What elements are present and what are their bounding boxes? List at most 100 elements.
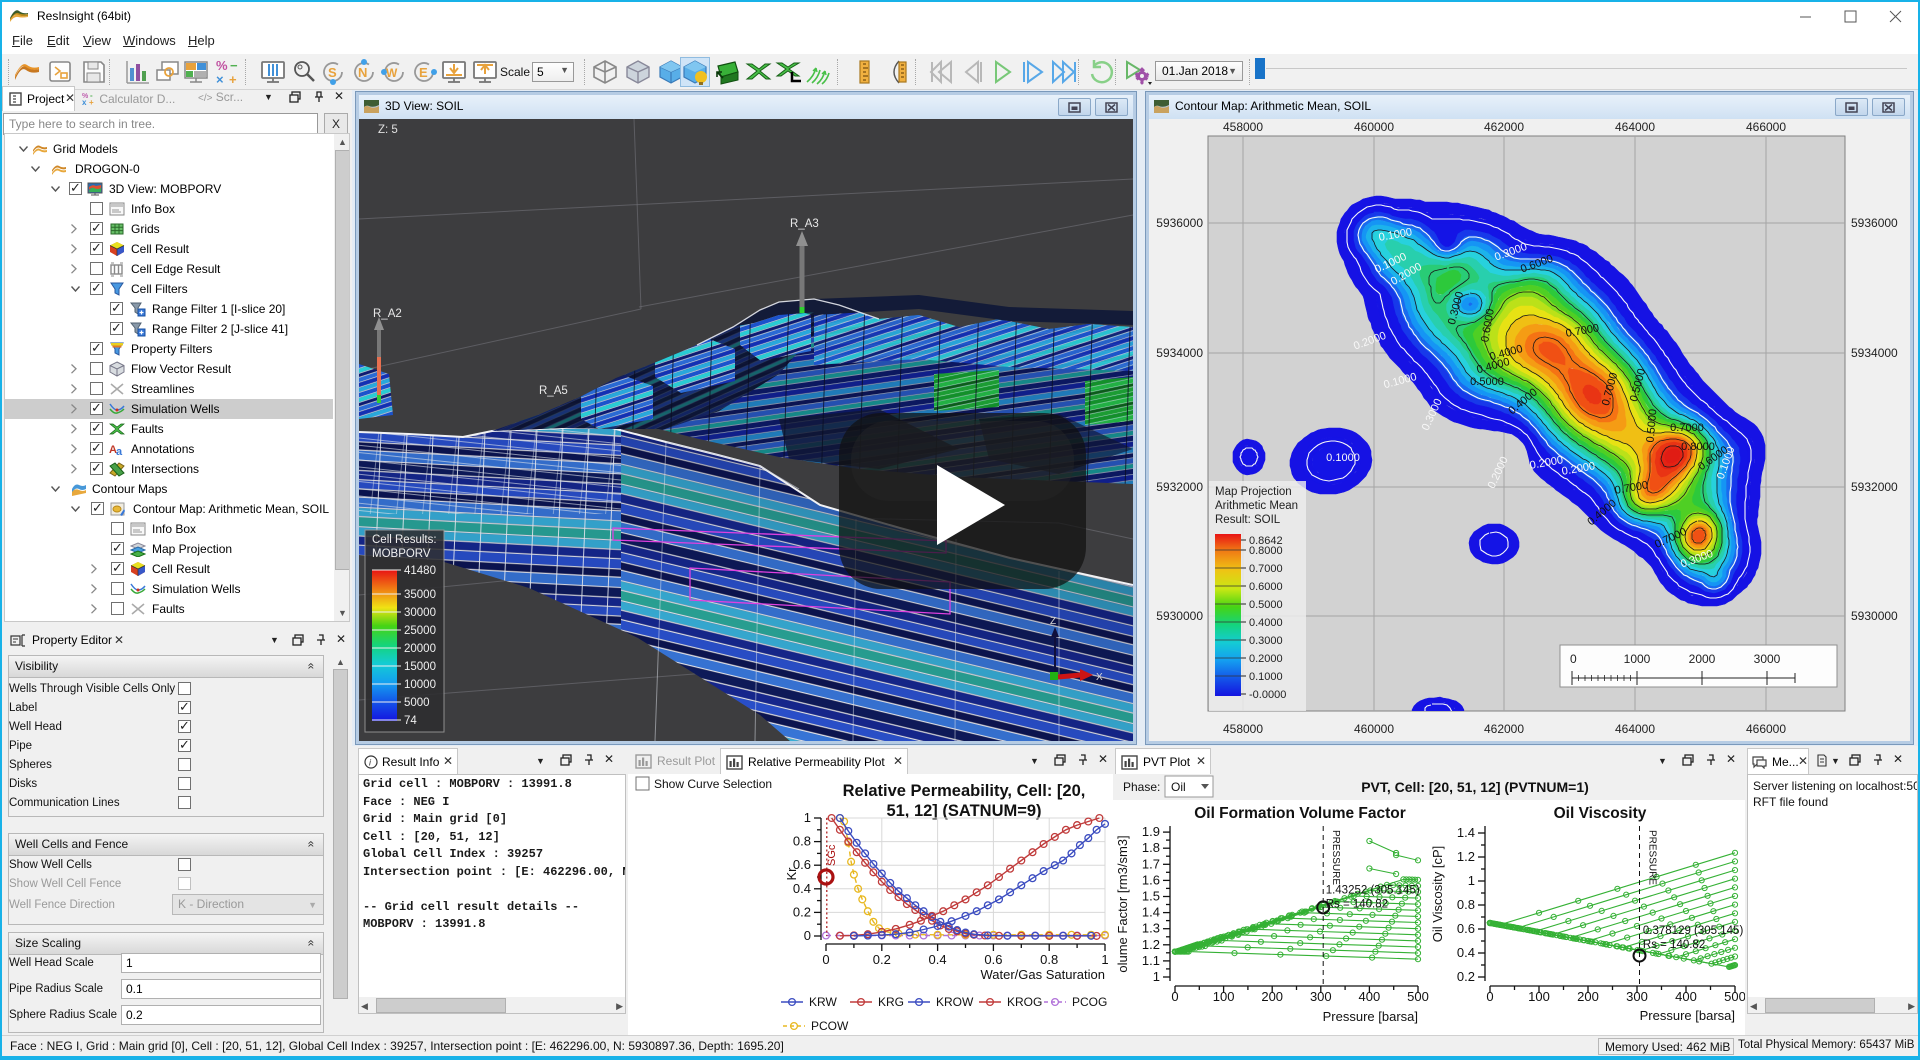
svg-text:466000: 466000 [1746, 120, 1786, 134]
svg-text:Relative Permeability, Cell: [: Relative Permeability, Cell: [20, [843, 782, 1086, 800]
svg-text:0.2000: 0.2000 [1249, 653, 1283, 665]
svg-text:Rs = 140.82: Rs = 140.82 [1326, 898, 1388, 910]
svg-text:N: N [358, 65, 367, 80]
svg-text:1.2: 1.2 [1457, 849, 1475, 864]
svg-text:5934000: 5934000 [1156, 346, 1203, 360]
svg-text:KRW: KRW [809, 995, 837, 1009]
svg-text:0.1000: 0.1000 [1326, 452, 1360, 464]
svg-text:1.1: 1.1 [1142, 953, 1160, 968]
svg-text:464000: 464000 [1615, 722, 1655, 736]
svg-text:1.4: 1.4 [1457, 825, 1475, 840]
svg-text:464000: 464000 [1615, 120, 1655, 134]
svg-text:300: 300 [1310, 989, 1332, 1004]
svg-text:25000: 25000 [404, 625, 436, 637]
svg-text:0.3000: 0.3000 [1249, 635, 1283, 647]
svg-text:olume Factor [rm3/sm3]: olume Factor [rm3/sm3] [1115, 835, 1130, 972]
svg-text:S: S [328, 65, 337, 80]
svg-text:462000: 462000 [1484, 722, 1524, 736]
svg-text:0: 0 [822, 952, 829, 967]
svg-text:0.1000: 0.1000 [1249, 671, 1283, 683]
svg-text:1.43252 (305.145): 1.43252 (305.145) [1326, 884, 1420, 896]
svg-text:15000: 15000 [404, 661, 436, 673]
svg-text:0.2: 0.2 [873, 952, 891, 967]
svg-text:+: + [229, 72, 237, 86]
svg-text:Phase:: Phase: [1123, 780, 1160, 794]
svg-text:KRG: KRG [878, 995, 904, 1009]
svg-text:0: 0 [1171, 989, 1178, 1004]
svg-text:0.8: 0.8 [793, 834, 811, 849]
svg-text:SGc: SGc [826, 844, 838, 866]
svg-text:1.8: 1.8 [1142, 840, 1160, 855]
svg-text:Kr: Kr [784, 867, 799, 881]
svg-text:100: 100 [1528, 989, 1550, 1004]
svg-text:458000: 458000 [1223, 722, 1263, 736]
svg-text:Oil: Oil [1171, 780, 1186, 794]
svg-text:1: 1 [804, 810, 811, 825]
svg-text:0.6: 0.6 [984, 952, 1002, 967]
svg-text:3000: 3000 [1754, 652, 1781, 666]
svg-text:1.7: 1.7 [1142, 856, 1160, 871]
svg-text:+: + [89, 98, 94, 105]
svg-text:E: E [419, 65, 428, 80]
svg-text:Cell Results:: Cell Results: [372, 534, 437, 546]
svg-text:0.4: 0.4 [929, 952, 947, 967]
svg-text:MOBPORV: MOBPORV [372, 548, 431, 560]
svg-text:400: 400 [1359, 989, 1381, 1004]
svg-text:300: 300 [1626, 989, 1648, 1004]
svg-text:1.3: 1.3 [1142, 921, 1160, 936]
svg-text:R_A5: R_A5 [539, 385, 568, 397]
svg-text:0: 0 [1486, 989, 1493, 1004]
svg-text:1.6: 1.6 [1142, 872, 1160, 887]
svg-text:0.8: 0.8 [1040, 952, 1058, 967]
svg-text:41480: 41480 [404, 565, 436, 577]
svg-text:5932000: 5932000 [1156, 480, 1203, 494]
svg-text:PCOW: PCOW [811, 1019, 849, 1033]
svg-text:Water/Gas Saturation: Water/Gas Saturation [980, 967, 1105, 982]
svg-text:35000: 35000 [404, 589, 436, 601]
svg-text:500: 500 [1724, 989, 1745, 1004]
svg-text:0.8: 0.8 [1457, 897, 1475, 912]
svg-text:0.4: 0.4 [1457, 945, 1475, 960]
svg-text:0: 0 [804, 928, 811, 943]
svg-text:0.5000: 0.5000 [1249, 599, 1283, 611]
svg-text:458000: 458000 [1223, 120, 1263, 134]
svg-text:5000: 5000 [404, 697, 430, 709]
svg-text:0.8000: 0.8000 [1681, 441, 1715, 453]
svg-text:Oil Formation Volume Factor: Oil Formation Volume Factor [1194, 805, 1406, 822]
svg-text:PVT, Cell: [20, 51, 12] (PVTNU: PVT, Cell: [20, 51, 12] (PVTNUM=1) [1361, 779, 1589, 795]
svg-text:PRESSURE: PRESSURE [1330, 830, 1341, 885]
svg-text:5934000: 5934000 [1851, 346, 1898, 360]
svg-text:74: 74 [404, 715, 417, 727]
svg-text:0: 0 [1570, 652, 1577, 666]
svg-text:Pressure [barsa]: Pressure [barsa] [1640, 1008, 1735, 1023]
svg-text:51, 12] (SATNUM=9): 51, 12] (SATNUM=9) [886, 802, 1041, 820]
svg-text:1: 1 [1101, 952, 1108, 967]
svg-text:460000: 460000 [1354, 120, 1394, 134]
svg-text:Rs = 140.82: Rs = 140.82 [1643, 939, 1705, 951]
svg-text:Oil Viscosity: Oil Viscosity [1554, 805, 1647, 822]
svg-text:5936000: 5936000 [1851, 216, 1898, 230]
svg-text:R_A2: R_A2 [373, 308, 402, 320]
svg-text:400: 400 [1675, 989, 1697, 1004]
svg-text:0.7000: 0.7000 [1249, 563, 1283, 575]
svg-text:PCOG: PCOG [1072, 995, 1107, 1009]
svg-text:Z: 5: Z: 5 [378, 124, 398, 136]
svg-text:Map Projection: Map Projection [1215, 486, 1292, 498]
svg-text:Oil Viscosity [cP]: Oil Viscosity [cP] [1430, 846, 1445, 943]
svg-text:0.4: 0.4 [793, 881, 811, 896]
svg-text:462000: 462000 [1484, 120, 1524, 134]
svg-text:1.2: 1.2 [1142, 937, 1160, 952]
svg-text:5930000: 5930000 [1851, 609, 1898, 623]
svg-text:i: i [369, 758, 372, 768]
svg-text:x: x [82, 98, 87, 105]
svg-text:1000: 1000 [1624, 652, 1651, 666]
svg-text:PRESSURE: PRESSURE [1647, 830, 1658, 885]
svg-text:Arithmetic Mean: Arithmetic Mean [1215, 500, 1298, 512]
svg-text:0.7000: 0.7000 [1670, 422, 1704, 434]
svg-text:−: − [230, 58, 238, 73]
svg-text:0.378129 (305.145): 0.378129 (305.145) [1643, 925, 1744, 937]
svg-text:1: 1 [1153, 969, 1160, 984]
svg-text:5930000: 5930000 [1156, 609, 1203, 623]
svg-text:20000: 20000 [404, 643, 436, 655]
svg-text:1.4: 1.4 [1142, 905, 1160, 920]
